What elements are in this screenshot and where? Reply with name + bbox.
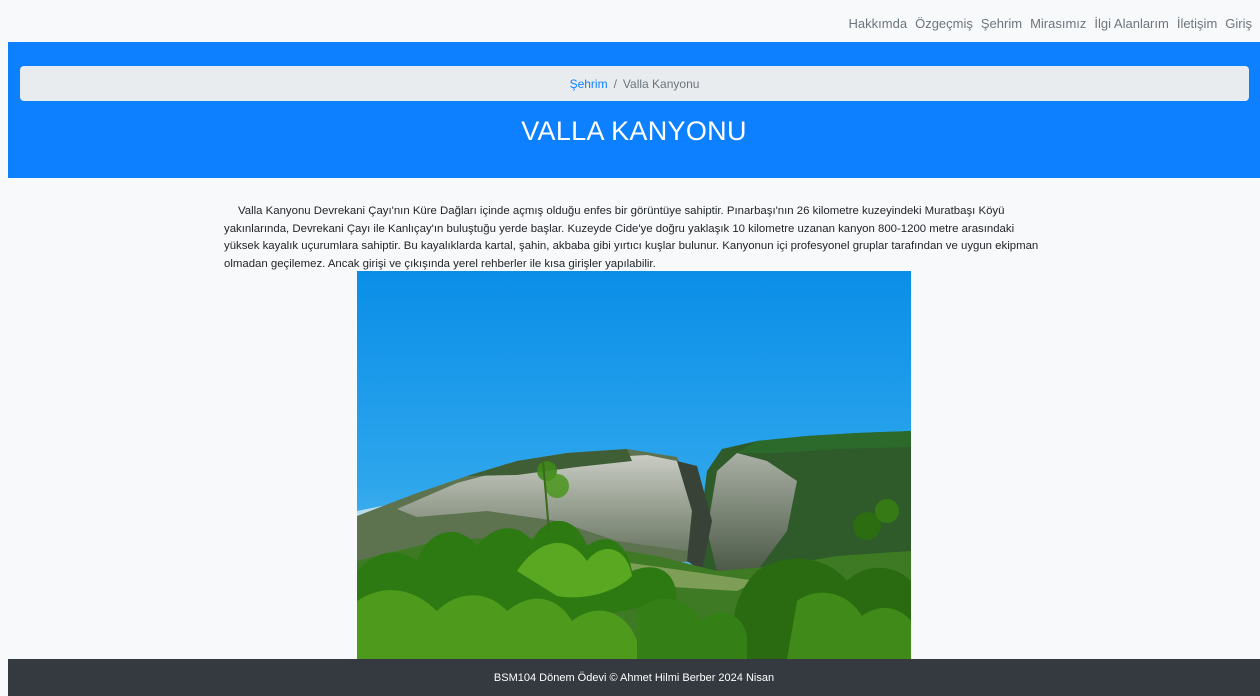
canyon-photo [357, 271, 911, 659]
hero-banner: Şehrim / Valla Kanyonu VALLA KANYONU [8, 42, 1260, 178]
main-content: Valla Kanyonu Devrekani Çayı'nın Küre Da… [224, 203, 1044, 273]
nav-item-sehrim[interactable]: Şehrim [977, 16, 1026, 31]
footer: BSM104 Dönem Ödevi © Ahmet Hilmi Berber … [8, 659, 1260, 696]
page-title: VALLA KANYONU [521, 116, 747, 146]
breadcrumb-link-sehrim[interactable]: Şehrim [570, 77, 608, 91]
nav-item-ilgi-alanlarim[interactable]: İlgi Alanlarım [1090, 16, 1172, 31]
nav-item-mirasimiz[interactable]: Mirasımız [1026, 16, 1090, 31]
nav-item-ozgecmis[interactable]: Özgeçmiş [911, 16, 977, 31]
footer-text: BSM104 Dönem Ödevi © Ahmet Hilmi Berber … [493, 671, 775, 684]
nav-item-giris[interactable]: Giriş [1221, 16, 1256, 31]
nav-item-iletisim[interactable]: İletişim [1173, 16, 1221, 31]
breadcrumb-current: Valla Kanyonu [622, 76, 700, 91]
nav-menu: Hakkımda Özgeçmiş Şehrim Mirasımız İlgi … [845, 15, 1256, 33]
nav-item-hakkimda[interactable]: Hakkımda [845, 16, 912, 31]
top-navbar: Hakkımda Özgeçmiş Şehrim Mirasımız İlgi … [0, 0, 1260, 42]
breadcrumb: Şehrim / Valla Kanyonu [20, 66, 1249, 101]
breadcrumb-separator: / [613, 76, 617, 91]
article-paragraph: Valla Kanyonu Devrekani Çayı'nın Küre Da… [224, 205, 1039, 270]
